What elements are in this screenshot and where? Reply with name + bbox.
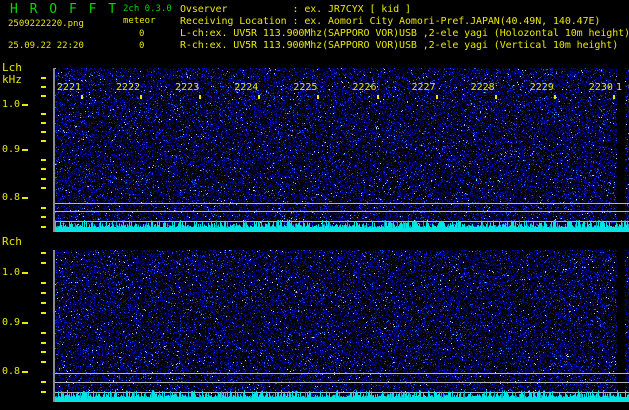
- freq-axis-minor-tick: [41, 342, 46, 344]
- freq-axis-minor-tick: [41, 95, 46, 97]
- hrofft-window: H R O F F T 2ch 0.3.0 2509222220.png met…: [0, 0, 629, 410]
- app-version: 2ch 0.3.0: [123, 5, 172, 15]
- freq-axis-minor-tick: [41, 302, 46, 304]
- freq-axis-minor-tick: [41, 282, 46, 284]
- time-axis-tick: [258, 95, 260, 99]
- receiver-info-line: Ovserver : ex. JR7CYX [ kid ]: [180, 4, 629, 16]
- freq-unit-label: kHz: [2, 74, 22, 86]
- time-axis-label: 2228: [470, 82, 495, 93]
- datetime-stamp: 25.09.22 22:20: [8, 42, 84, 52]
- freq-axis-minor-tick: [41, 187, 46, 189]
- time-axis-label: 2225: [292, 82, 317, 93]
- freq-axis-major-tick: [22, 197, 28, 199]
- app-title: H R O F F T: [10, 3, 118, 17]
- freq-axis-label: 0.9: [2, 144, 20, 155]
- time-axis-tick: [613, 95, 615, 99]
- time-axis-label: 2226: [352, 82, 377, 93]
- freq-axis-major-tick: [22, 104, 28, 106]
- time-axis-tick: [495, 95, 497, 99]
- time-axis-tick: [554, 95, 556, 99]
- meteor-counter-label: meteor: [123, 17, 156, 27]
- time-axis-label: 2229: [529, 82, 554, 93]
- receiver-info-line: Receiving Location : ex. Aomori City Aom…: [180, 16, 629, 28]
- freq-axis-major-tick: [22, 371, 28, 373]
- rch-spectrogram-canvas: [55, 250, 629, 402]
- freq-axis-label: 0.8: [2, 192, 20, 203]
- time-axis-label: 2222: [115, 82, 140, 93]
- freq-axis-minor-tick: [41, 391, 46, 393]
- time-axis-label: 2230: [588, 82, 613, 93]
- freq-axis-minor-tick: [41, 140, 46, 142]
- receiver-info-line: R-ch:ex. UV5R 113.900Mhz(SAPPORO VOR)USB…: [180, 40, 629, 52]
- freq-axis-label: 0.9: [2, 317, 20, 328]
- time-axis-label: 2227: [411, 82, 436, 93]
- freq-axis-minor-tick: [41, 131, 46, 133]
- freq-axis-major-tick: [22, 272, 28, 274]
- time-axis-tick: [317, 95, 319, 99]
- rch-panel-label: Rch: [2, 236, 22, 248]
- freq-axis-minor-tick: [41, 113, 46, 115]
- time-axis-tick: [377, 95, 379, 99]
- freq-axis-label: 1.0: [2, 99, 20, 110]
- freq-axis-minor-tick: [41, 216, 46, 218]
- freq-axis-minor-tick: [41, 168, 46, 170]
- freq-axis-label: 1.0: [2, 267, 20, 278]
- meteor-count-rch: 0: [139, 42, 144, 52]
- time-axis-label: 2221: [56, 82, 81, 93]
- freq-axis-minor-tick: [41, 381, 46, 383]
- freq-axis-minor-tick: [41, 207, 46, 209]
- meteor-count-lch: 0: [139, 30, 144, 40]
- freq-axis-minor-tick: [41, 77, 46, 79]
- freq-axis-major-tick: [22, 322, 28, 324]
- time-axis-tick: [81, 95, 83, 99]
- freq-axis-minor-tick: [41, 178, 46, 180]
- freq-axis-minor-tick: [41, 351, 46, 353]
- output-filename: 2509222220.png: [8, 20, 84, 30]
- time-axis-label: 2224: [233, 82, 258, 93]
- freq-axis-minor-tick: [41, 262, 46, 264]
- time-axis-label: 2223: [174, 82, 199, 93]
- freq-axis-minor-tick: [41, 292, 46, 294]
- freq-axis-minor-tick: [41, 361, 46, 363]
- freq-axis-minor-tick: [41, 332, 46, 334]
- freq-axis-label: 0.8: [2, 366, 20, 377]
- freq-axis-major-tick: [22, 149, 28, 151]
- right-edge-partial-label: 1 0: [616, 82, 629, 93]
- receiver-info-block: Ovserver : ex. JR7CYX [ kid ] Receiving L…: [180, 4, 629, 52]
- freq-axis-minor-tick: [41, 252, 46, 254]
- time-axis-tick: [436, 95, 438, 99]
- receiver-info-line: L-ch:ex. UV5R 113.900Mhz(SAPPORO VOR)USB…: [180, 28, 629, 40]
- freq-axis-minor-tick: [41, 226, 46, 228]
- time-axis-tick: [140, 95, 142, 99]
- lch-axis-line: [53, 68, 55, 232]
- freq-axis-minor-tick: [41, 159, 46, 161]
- time-axis-tick: [199, 95, 201, 99]
- freq-axis-minor-tick: [41, 122, 46, 124]
- freq-axis-minor-tick: [41, 86, 46, 88]
- rch-axis-line: [53, 250, 55, 402]
- freq-axis-minor-tick: [41, 312, 46, 314]
